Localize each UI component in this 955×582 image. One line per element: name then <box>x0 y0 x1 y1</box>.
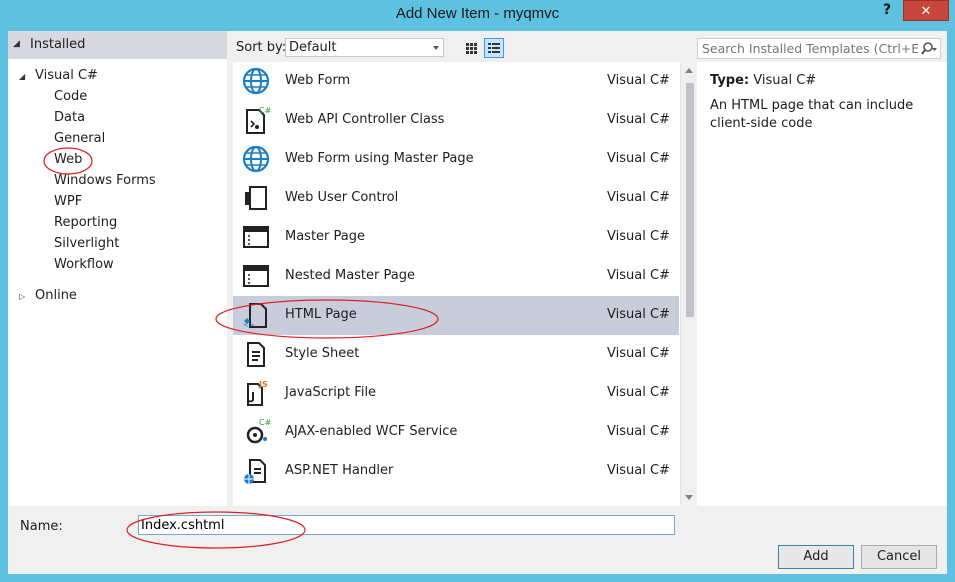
type-line: Type: Visual C# <box>710 73 816 88</box>
template-details-panel: Type: Visual C# An HTML page that can in… <box>697 62 947 506</box>
tree-item-web[interactable]: Web <box>54 152 82 167</box>
tree-item-silverlight[interactable]: Silverlight <box>54 236 119 251</box>
sort-value: Default <box>289 40 337 55</box>
template-name: ASP.NET Handler <box>285 463 394 478</box>
expand-arrow-icon: ◢ <box>13 39 20 49</box>
list-view-icon <box>488 43 500 53</box>
template-list-scrollbar[interactable] <box>680 62 697 506</box>
user-control-icon <box>241 183 271 213</box>
globe-icon <box>241 144 271 174</box>
wcf-service-icon: C# <box>241 417 272 447</box>
template-name: Web Form <box>285 73 351 88</box>
cancel-button[interactable]: Cancel <box>861 545 937 569</box>
installed-header[interactable]: ◢ Installed <box>8 31 227 59</box>
sort-toolbar: Sort by: Default <box>227 31 691 62</box>
handler-icon <box>241 456 271 486</box>
category-panel: ◢ Installed ◢ Visual C# Code Data General Web… <box>8 31 227 506</box>
svg-text:<>: <> <box>243 321 255 329</box>
help-button[interactable]: ? <box>876 2 898 26</box>
template-name: Style Sheet <box>285 346 360 361</box>
html-page-icon: <> <box>241 300 271 330</box>
template-search-box[interactable] <box>697 38 941 59</box>
tree-item-reporting[interactable]: Reporting <box>54 215 117 230</box>
close-button[interactable]: ✕ <box>903 0 949 21</box>
expanded-arrow-icon[interactable]: ◢ <box>19 72 25 81</box>
master-page-icon <box>241 261 271 291</box>
grid-view-icon <box>466 43 477 54</box>
collapsed-arrow-icon[interactable]: ▷ <box>19 292 25 301</box>
sort-label: Sort by: <box>236 40 287 55</box>
template-language: Visual C# <box>607 190 670 205</box>
template-language: Visual C# <box>607 151 670 166</box>
template-language: Visual C# <box>607 424 670 439</box>
window-title: Add New Item - myqmvc <box>395 5 560 22</box>
template-name: Web API Controller Class <box>285 112 445 127</box>
template-language: Visual C# <box>607 229 670 244</box>
master-page-icon <box>241 222 271 252</box>
template-row-nested-master-page[interactable]: Nested Master Page Visual C# <box>233 257 679 296</box>
template-row-web-form[interactable]: Web Form Visual C# <box>233 62 679 101</box>
sort-dropdown[interactable]: Default <box>285 38 444 57</box>
name-field[interactable] <box>138 515 675 535</box>
template-row-asp-net-handler[interactable]: ASP.NET Handler Visual C# <box>233 452 679 491</box>
add-new-item-dialog: Add New Item - myqmvc ? ✕ ◢ Installed ◢ V… <box>0 0 955 582</box>
template-language: Visual C# <box>607 112 670 127</box>
svg-text:C#: C# <box>259 418 271 427</box>
name-label: Name: <box>20 519 63 534</box>
template-name: Master Page <box>285 229 365 244</box>
tree-item-windows-forms[interactable]: Windows Forms <box>54 173 156 188</box>
type-label: Type: <box>710 73 750 88</box>
template-row-style-sheet[interactable]: Style Sheet Visual C# <box>233 335 679 374</box>
search-input[interactable] <box>698 39 918 58</box>
template-row-javascript-file[interactable]: JS JavaScript File Visual C# <box>233 374 679 413</box>
template-name: AJAX-enabled WCF Service <box>285 424 458 439</box>
template-name: JavaScript File <box>285 385 377 400</box>
globe-icon <box>241 66 271 96</box>
chevron-down-icon <box>433 46 439 50</box>
template-language: Visual C# <box>607 463 670 478</box>
template-name: Nested Master Page <box>285 268 415 283</box>
template-row-master-page[interactable]: Master Page Visual C# <box>233 218 679 257</box>
template-row-html-page[interactable]: <> HTML Page Visual C# <box>233 296 679 335</box>
template-language: Visual C# <box>607 385 670 400</box>
template-row-web-form-using-master-page[interactable]: Web Form using Master Page Visual C# <box>233 140 679 179</box>
template-name: HTML Page <box>285 307 357 322</box>
svg-text:C#: C# <box>259 106 271 115</box>
template-language: Visual C# <box>607 307 670 322</box>
tree-item-online[interactable]: Online <box>35 288 77 303</box>
template-row-web-api-controller-class[interactable]: C# Web API Controller Class Visual C# <box>233 101 679 140</box>
tree-item-wpf[interactable]: WPF <box>54 194 82 209</box>
installed-label: Installed <box>30 37 86 52</box>
template-row-ajax-enabled-wcf-service[interactable]: C# AJAX-enabled WCF Service Visual C# <box>233 413 679 452</box>
title-bar[interactable]: Add New Item - myqmvc ? ✕ <box>0 0 955 31</box>
scrollbar-thumb[interactable] <box>686 83 694 317</box>
style-sheet-icon <box>241 339 271 369</box>
tree-item-general[interactable]: General <box>54 131 105 146</box>
list-view-button[interactable] <box>484 38 504 58</box>
add-button[interactable]: Add <box>778 545 854 569</box>
tree-item-code[interactable]: Code <box>54 89 87 104</box>
svg-text:JS: JS <box>258 380 268 389</box>
template-list: Web Form Visual C# C# Web API Controller Cl… <box>233 62 680 506</box>
tree-item-workflow[interactable]: Workflow <box>54 257 114 272</box>
tree-item-data[interactable]: Data <box>54 110 85 125</box>
template-description: An HTML page that can include client-sid… <box>710 98 914 131</box>
template-name: Web Form using Master Page <box>285 151 474 166</box>
template-language: Visual C# <box>607 346 670 361</box>
controller-class-icon: C# <box>241 105 272 135</box>
template-language: Visual C# <box>607 268 670 283</box>
search-icon[interactable] <box>920 41 938 57</box>
scroll-up-icon[interactable] <box>685 68 693 73</box>
javascript-file-icon: JS <box>241 378 271 408</box>
tree-item-visual-c-[interactable]: Visual C# <box>35 68 98 83</box>
dialog-body: ◢ Installed ◢ Visual C# Code Data General Web… <box>8 31 947 574</box>
template-row-web-user-control[interactable]: Web User Control Visual C# <box>233 179 679 218</box>
scroll-down-icon[interactable] <box>685 495 693 500</box>
small-icons-view-button[interactable] <box>461 38 481 58</box>
type-value: Visual C# <box>753 73 817 88</box>
template-language: Visual C# <box>607 73 670 88</box>
template-name: Web User Control <box>285 190 399 205</box>
